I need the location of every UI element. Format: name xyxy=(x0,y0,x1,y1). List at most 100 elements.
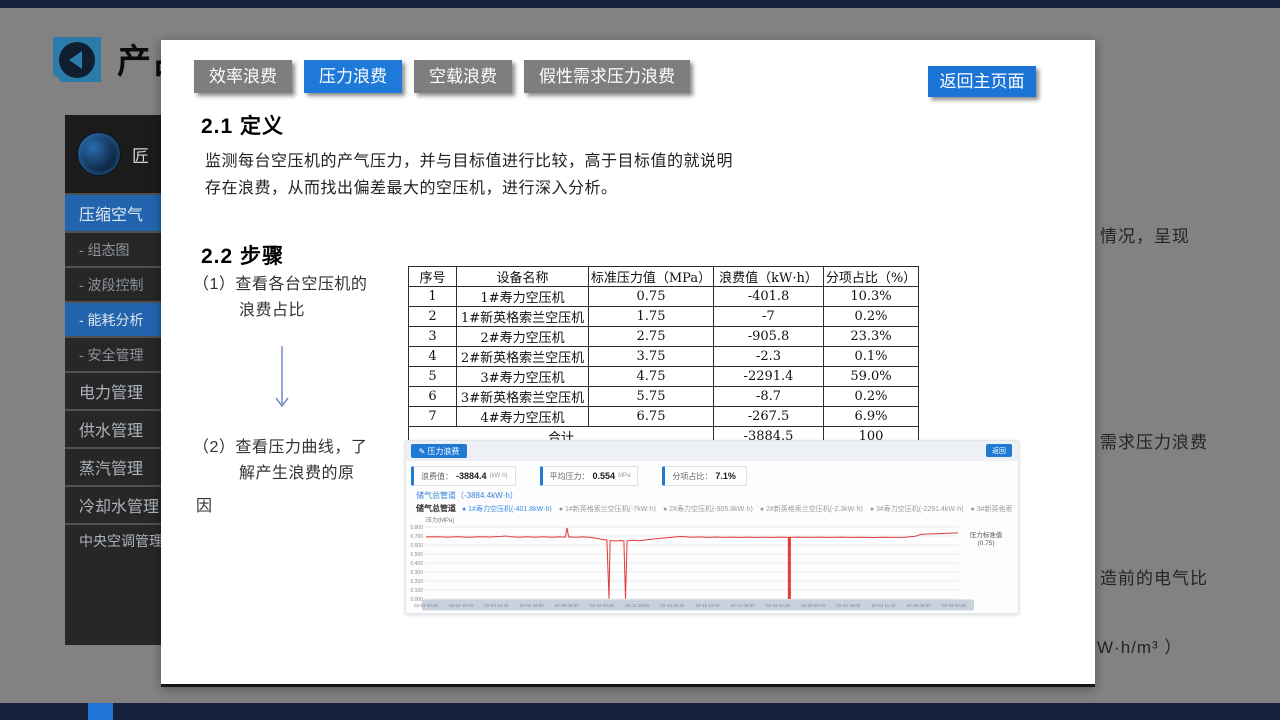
legend-item: ● 2#寿力空压机(-905.8kW·h) xyxy=(663,506,753,513)
table-row: 21#新英格索兰空压机1.75-70.2% xyxy=(409,307,919,327)
table-row: 74#寿力空压机6.75-267.56.9% xyxy=(409,407,919,427)
table-cell: 6.9% xyxy=(824,407,919,427)
svg-text:02-20 20:40: 02-20 20:40 xyxy=(801,603,826,608)
tab-空载浪费[interactable]: 空载浪费 xyxy=(414,60,512,93)
svg-text:0.200: 0.200 xyxy=(410,579,423,585)
svg-text:0.400: 0.400 xyxy=(410,561,423,567)
table-cell: -905.8 xyxy=(714,327,824,347)
legend-item: ● 3#寿力空压机(-2291.4kW·h) xyxy=(870,506,964,513)
pressure-waste-chip: ✎ 压力浪费 xyxy=(411,444,467,458)
svg-text:02-06 10:00: 02-06 10:00 xyxy=(520,603,545,608)
table-cell: 2#寿力空压机 xyxy=(457,327,589,347)
table-cell: 59.0% xyxy=(824,367,919,387)
stat-box: 分项占比：7.1% xyxy=(662,466,747,486)
tab-效率浪费[interactable]: 效率浪费 xyxy=(194,60,292,93)
legend-item: ● 1#新英格索兰空压机(-7kW·h) xyxy=(559,506,656,513)
background-text-fragment: W·h/m³ ） xyxy=(1097,633,1182,658)
table-row: 63#新英格索兰空压机5.75-8.70.2% xyxy=(409,387,919,407)
table-cell: 5.75 xyxy=(589,387,714,407)
table-cell: 5 xyxy=(409,367,457,387)
taskbar-accent xyxy=(88,703,113,720)
sidebar: 匠 压缩空气- 组态图- 波段控制- 能耗分析- 安全管理电力管理供水管理蒸汽管… xyxy=(65,115,161,645)
chart-legend: 储气总管道● 1#寿力空压机(-401.8kW·h)● 1#新英格索兰空压机(-… xyxy=(416,503,1012,514)
tab-压力浪费[interactable]: 压力浪费 xyxy=(304,60,402,93)
svg-text:02-13 15:20: 02-13 15:20 xyxy=(660,603,685,608)
return-home-button[interactable]: 返回主页面 xyxy=(928,66,1036,97)
step-2-line1: （2）查看压力曲线，了 xyxy=(193,435,367,461)
waste-table: 序号设备名称标准压力值（MPa）浪费值（kW·h）分项占比（%）11#寿力空压机… xyxy=(408,266,919,447)
table-cell: 1#寿力空压机 xyxy=(457,287,589,307)
svg-text:0.600: 0.600 xyxy=(410,543,423,549)
svg-text:02-01 00:00: 02-01 00:00 xyxy=(414,603,439,608)
table-cell: 1#新英格索兰空压机 xyxy=(457,307,589,327)
svg-text:0.100: 0.100 xyxy=(410,588,423,594)
svg-text:0.500: 0.500 xyxy=(410,552,423,558)
svg-text:02-28 02:00: 02-28 02:00 xyxy=(942,603,967,608)
svg-text:压力(MPa): 压力(MPa) xyxy=(426,516,454,524)
table-cell: 0.1% xyxy=(824,347,919,367)
table-cell: 6.75 xyxy=(589,407,714,427)
table-header-cell: 浪费值（kW·h） xyxy=(714,267,824,287)
svg-text:02-19 01:20: 02-19 01:20 xyxy=(766,603,791,608)
step-2-line3: 因 xyxy=(196,492,212,516)
steps-heading: 2.2 步骤 xyxy=(201,240,284,270)
sidebar-header: 匠 xyxy=(65,115,161,193)
background-text-fragment: 需求压力浪费 xyxy=(1100,428,1208,453)
slide-panel: 效率浪费压力浪费空载浪费假性需求压力浪费 返回主页面 2.1 定义 监测每台空压… xyxy=(161,40,1095,687)
table-cell: 0.2% xyxy=(824,307,919,327)
stat-boxes: 浪费值：-3884.4(kW·h)平均压力：0.554MPa分项占比：7.1% xyxy=(411,466,747,486)
table-cell: 2 xyxy=(409,307,457,327)
table-cell: 3#新英格索兰空压机 xyxy=(457,387,589,407)
table-cell: 1.75 xyxy=(589,307,714,327)
table-header-cell: 标准压力值（MPa） xyxy=(589,267,714,287)
stat-box: 平均压力：0.554MPa xyxy=(540,466,639,486)
waste-table-wrap: 序号设备名称标准压力值（MPa）浪费值（kW·h）分项占比（%）11#寿力空压机… xyxy=(408,266,919,447)
svg-text:02-24 11:20: 02-24 11:20 xyxy=(872,603,896,608)
sidebar-item[interactable]: 冷却水管理 xyxy=(65,485,161,523)
table-cell: 10.3% xyxy=(824,287,919,307)
table-cell: -7 xyxy=(714,307,824,327)
step-2: （2）查看压力曲线，了 解产生浪费的原 xyxy=(193,435,367,487)
pencil-icon: ✎ xyxy=(419,447,426,456)
step-1: （1）查看各台空压机的 浪费占比 xyxy=(193,272,367,324)
step-2-line2: 解产生浪费的原 xyxy=(193,461,367,487)
sidebar-item[interactable]: 中央空调管理 xyxy=(65,523,161,557)
back-icon[interactable] xyxy=(53,37,101,82)
table-cell: 3#寿力空压机 xyxy=(457,367,589,387)
svg-text:02-15 10:40: 02-15 10:40 xyxy=(696,603,721,608)
step-1-line1: （1）查看各台空压机的 xyxy=(193,272,367,298)
sidebar-item[interactable]: 供水管理 xyxy=(65,409,161,447)
screenshot-header: ✎ 压力浪费 返回 xyxy=(406,441,1018,461)
sidebar-item[interactable]: - 安全管理 xyxy=(65,336,161,371)
legend-item: ● 2#新英格索兰空压机(-2.3kW·h) xyxy=(760,506,863,513)
sidebar-item[interactable]: - 能耗分析 xyxy=(65,301,161,336)
svg-text:02-10 00:40: 02-10 00:40 xyxy=(590,603,615,608)
svg-text:02-22 16:00: 02-22 16:00 xyxy=(836,603,861,608)
table-cell: 2#新英格索兰空压机 xyxy=(457,347,589,367)
table-cell: -2291.4 xyxy=(714,367,824,387)
svg-text:0.300: 0.300 xyxy=(410,570,423,576)
sidebar-item[interactable]: - 组态图 xyxy=(65,231,161,266)
table-cell: 6 xyxy=(409,387,457,407)
pressure-line-chart: 压力(MPa)0.800 0.700 0.600 0.500 0.400 0.300 0.2… xyxy=(406,515,1018,613)
screenshot-return-chip: 返回 xyxy=(986,444,1012,457)
svg-text:(0.75): (0.75) xyxy=(978,540,995,547)
embedded-screenshot: ✎ 压力浪费 返回 浪费值：-3884.4(kW·h)平均压力：0.554MPa… xyxy=(405,440,1019,614)
background-text-fragment: 造前的电气比 xyxy=(1100,564,1208,589)
table-cell: 0.75 xyxy=(589,287,714,307)
table-cell: 4.75 xyxy=(589,367,714,387)
table-cell: 2.75 xyxy=(589,327,714,347)
table-cell: 0.2% xyxy=(824,387,919,407)
svg-text:02-08 05:20: 02-08 05:20 xyxy=(555,603,580,608)
sidebar-item[interactable]: 压缩空气 xyxy=(65,193,161,231)
table-row: 32#寿力空压机2.75-905.823.3% xyxy=(409,327,919,347)
sidebar-item[interactable]: 电力管理 xyxy=(65,371,161,409)
sidebar-item[interactable]: 蒸汽管理 xyxy=(65,447,161,485)
table-cell: 23.3% xyxy=(824,327,919,347)
definition-heading: 2.1 定义 xyxy=(201,110,284,140)
svg-text:0.800: 0.800 xyxy=(410,525,423,531)
tab-假性需求压力浪费[interactable]: 假性需求压力浪费 xyxy=(524,60,690,93)
svg-text:0.700: 0.700 xyxy=(410,534,423,540)
table-header-cell: 分项占比（%） xyxy=(824,267,919,287)
sidebar-item[interactable]: - 波段控制 xyxy=(65,266,161,301)
